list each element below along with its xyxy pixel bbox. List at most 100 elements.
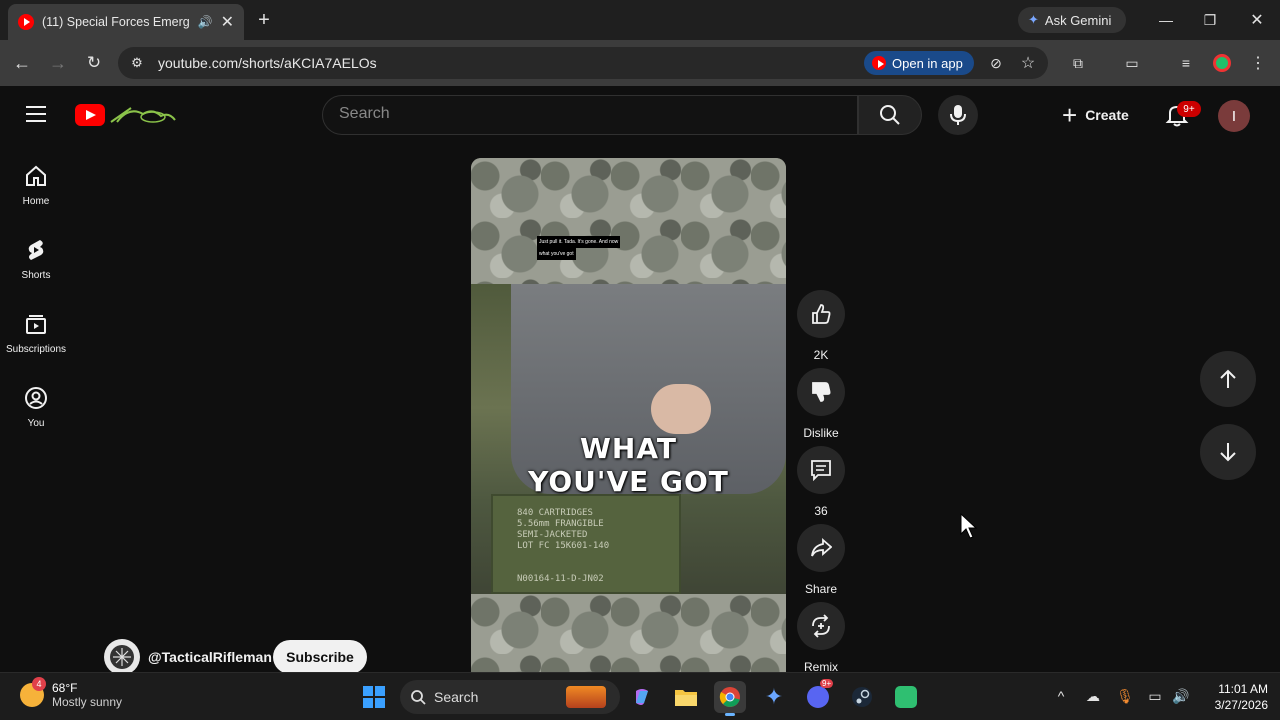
video-hand — [651, 384, 711, 434]
windows-taskbar: 4 68°F Mostly sunny Search ✦ 9+ ^ ☁ 🎙 ▭ … — [0, 672, 1280, 720]
comment-icon — [811, 460, 831, 481]
show-hidden-icons-button[interactable]: ^ — [1052, 687, 1070, 705]
browser-tab-strip: (11) Special Forces Emergen 🔊 ✕ + ✦ Ask … — [0, 0, 1280, 40]
channel-name[interactable]: @TacticalRifleman — [148, 649, 272, 665]
discord-app[interactable]: 9+ — [802, 679, 834, 713]
discord-badge: 9+ — [820, 679, 834, 688]
remix-button[interactable] — [797, 602, 845, 650]
weather-condition: Mostly sunny — [52, 695, 123, 709]
ask-gemini-button[interactable]: ✦ Ask Gemini — [1018, 7, 1126, 33]
chrome-app[interactable] — [714, 681, 746, 716]
bookmark-star-icon[interactable]: ☆ — [1018, 53, 1038, 73]
clock-date: 3/27/2026 — [1214, 698, 1268, 712]
like-button[interactable] — [797, 290, 845, 338]
subtitle-line-2: what you've got — [537, 248, 576, 260]
caption-line-1: WHAT — [580, 432, 677, 465]
youtube-logo[interactable] — [75, 104, 176, 126]
reload-button[interactable]: ↻ — [84, 53, 104, 73]
ask-gemini-label: Ask Gemini — [1044, 12, 1112, 28]
weather-widget[interactable]: 4 68°F Mostly sunny — [20, 677, 123, 709]
speaker-icon[interactable]: 🔊 — [198, 15, 213, 29]
open-in-app-label: Open in app — [892, 55, 963, 71]
new-tab-button[interactable]: + — [254, 9, 274, 31]
back-button[interactable]: ← — [12, 53, 32, 73]
dislike-label: Dislike — [803, 426, 839, 440]
open-in-app-button[interactable]: Open in app — [864, 51, 974, 75]
sidebar-label-shorts: Shorts — [21, 270, 51, 281]
search-button[interactable] — [858, 95, 922, 135]
extensions-icon[interactable]: ⧉ — [1068, 53, 1088, 73]
you-icon — [25, 387, 47, 409]
steam-icon — [852, 687, 872, 707]
video-caption: WHAT YOU'VE GOT — [471, 432, 786, 498]
site-settings-icon[interactable]: ⚙ — [128, 54, 146, 72]
tracking-protection-icon[interactable]: ⊘ — [986, 53, 1006, 73]
sidebar-item-home[interactable]: Home — [0, 164, 72, 207]
volume-icon[interactable]: 🔊 — [1172, 687, 1190, 705]
restore-button[interactable]: ❐ — [1200, 10, 1220, 30]
chrome-menu-icon[interactable]: ⋮ — [1248, 53, 1268, 73]
close-window-button[interactable]: ✕ — [1247, 10, 1267, 30]
account-avatar[interactable]: I — [1218, 100, 1250, 132]
network-status-icon[interactable]: ☁ — [1084, 687, 1102, 705]
search-icon — [880, 105, 900, 125]
microphone-icon — [950, 105, 966, 125]
browser-tab[interactable]: (11) Special Forces Emergen 🔊 ✕ — [8, 4, 244, 40]
create-label: Create — [1085, 107, 1129, 123]
terminal-icon — [895, 686, 917, 708]
share-action: Share — [797, 524, 845, 596]
media-controls-icon[interactable]: ≡ — [1176, 53, 1196, 73]
sidebar-label-you: You — [27, 418, 45, 429]
create-button[interactable]: + Create — [1054, 95, 1146, 135]
sidebar-item-you[interactable]: You — [0, 386, 72, 429]
copilot-icon — [636, 689, 648, 705]
tab-search-icon[interactable]: ▭ — [1122, 53, 1142, 73]
plus-icon: + — [1062, 100, 1078, 130]
camo-background-top — [471, 158, 786, 284]
file-explorer-app[interactable] — [670, 681, 702, 713]
hamburger-menu-icon[interactable] — [26, 106, 46, 122]
taskbar-search[interactable]: Search — [400, 680, 620, 714]
subscriptions-icon — [26, 315, 46, 334]
tab-close-icon[interactable]: ✕ — [221, 12, 234, 32]
youtube-app-icon — [872, 56, 886, 70]
weather-sun-icon: 4 — [20, 677, 46, 707]
comment-count: 36 — [814, 504, 828, 518]
arrow-down-icon — [1220, 443, 1236, 462]
shorts-icon — [28, 240, 44, 260]
display-icon[interactable]: ▭ — [1146, 687, 1164, 705]
discord-icon — [807, 686, 829, 708]
minimize-button[interactable]: — — [1156, 10, 1176, 30]
browser-toolbar: ← → ↻ ⚙ youtube.com/shorts/aKCIA7AELOs O… — [0, 40, 1280, 86]
address-bar[interactable]: ⚙ youtube.com/shorts/aKCIA7AELOs Open in… — [118, 47, 1048, 79]
forward-button[interactable]: → — [48, 53, 68, 73]
share-button[interactable] — [797, 524, 845, 572]
share-arrow-icon — [811, 538, 832, 557]
comments-button[interactable] — [797, 446, 845, 494]
search-box[interactable] — [322, 95, 858, 135]
previous-short-button[interactable] — [1200, 351, 1256, 407]
sidebar-item-subscriptions[interactable]: Subscriptions — [0, 312, 72, 355]
voice-search-button[interactable] — [938, 95, 978, 135]
next-short-button[interactable] — [1200, 424, 1256, 480]
notification-badge: 9+ — [1177, 101, 1201, 117]
system-clock[interactable]: 11:01 AM 3/27/2026 — [1198, 681, 1268, 713]
search-input[interactable] — [339, 105, 839, 123]
dislike-button[interactable] — [797, 368, 845, 416]
dislike-action: Dislike — [797, 368, 845, 440]
sidebar-item-shorts[interactable]: Shorts — [0, 238, 72, 281]
gemini-app[interactable]: ✦ — [758, 681, 790, 713]
short-video-player[interactable]: Just pull it. Tada. It's gone. And now w… — [471, 158, 786, 672]
channel-avatar[interactable] — [104, 639, 140, 675]
channel-logo-icon — [110, 645, 134, 669]
terminal-app[interactable] — [890, 681, 922, 713]
gemini-star-icon: ✦ — [764, 684, 784, 709]
active-app-indicator — [725, 713, 735, 716]
profile-icon[interactable] — [1213, 54, 1231, 72]
start-button[interactable] — [358, 681, 390, 713]
microphone-status-icon[interactable]: 🎙 — [1116, 687, 1134, 705]
copilot-app[interactable] — [626, 681, 658, 713]
steam-app[interactable] — [846, 681, 878, 713]
video-subtitle: Just pull it. Tada. It's gone. And now w… — [537, 236, 621, 260]
subscribe-button[interactable]: Subscribe — [273, 640, 367, 674]
